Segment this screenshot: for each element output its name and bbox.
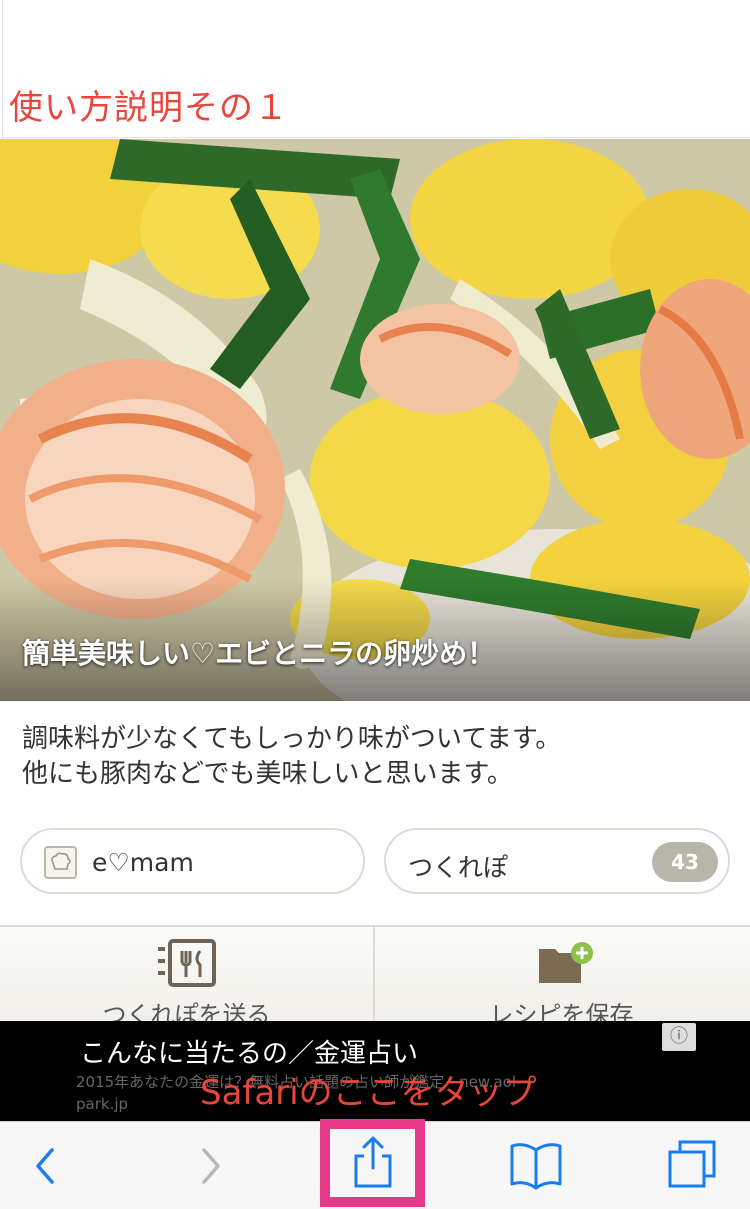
description-line: 調味料が少なくてもしっかり味がついてます。 — [22, 724, 562, 754]
annotation-tap-here: Safariのここをタップ — [200, 1073, 537, 1113]
bookmarks-icon — [510, 1143, 562, 1190]
forward-button[interactable] — [192, 1122, 232, 1209]
tsukurepo-button[interactable]: つくれぽ 43 — [384, 828, 730, 894]
tsukurepo-count-badge: 43 — [652, 842, 718, 882]
back-icon — [36, 1148, 54, 1184]
forward-icon — [202, 1148, 220, 1184]
description-line: 他にも豚肉などでも美味しいと思います。 — [22, 759, 513, 789]
tsukurepo-icon — [158, 939, 216, 987]
save-recipe-button[interactable]: レシピを保存 — [375, 927, 748, 1029]
author-button[interactable]: e♡mam — [20, 828, 365, 894]
recipe-action-bar: つくれぽを送る レシピを保存 — [0, 925, 750, 1029]
info-icon[interactable]: ⓘ — [662, 1023, 696, 1051]
tsukurepo-label: つくれぽ — [408, 853, 509, 882]
recipe-description: 調味料が少なくてもしっかり味がついてます。 他にも豚肉などでも美味しいと思います… — [22, 722, 732, 792]
recipe-title: 簡単美味しい♡エビとニラの卵炒め！ — [22, 637, 496, 670]
tabs-icon — [668, 1140, 716, 1188]
author-name: e♡mam — [92, 848, 194, 877]
send-tsukurepo-button[interactable]: つくれぽを送る — [0, 927, 373, 1029]
ad-banner[interactable]: こんなに当たるの／金運占い 2015年あなたの金運は？無料占い話題の占い師が鑑定… — [0, 1021, 750, 1121]
folder-add-icon — [539, 942, 593, 983]
share-highlight-box — [320, 1119, 425, 1207]
recipe-photo[interactable] — [0, 139, 750, 701]
chef-hat-icon — [44, 846, 77, 879]
instruction-title: 使い方説明その１ — [9, 88, 289, 128]
bookmarks-button[interactable] — [508, 1122, 564, 1209]
instruction-header: 使い方説明その１ — [2, 0, 750, 138]
back-button[interactable] — [28, 1122, 68, 1209]
recipe-photo-illustration — [0, 139, 750, 701]
tabs-button[interactable] — [664, 1122, 720, 1209]
